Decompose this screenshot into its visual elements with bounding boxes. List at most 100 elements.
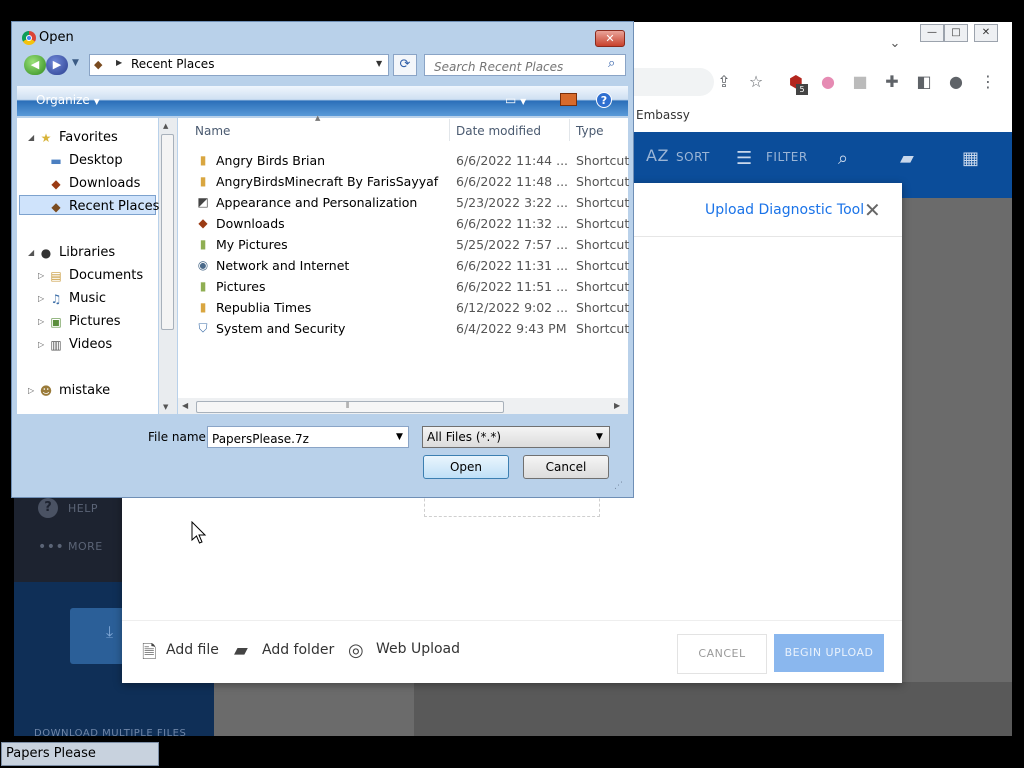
search-icon[interactable]: ⌕ — [838, 148, 848, 169]
expand-music-icon[interactable]: ▷ — [38, 294, 44, 303]
preview-pane-button[interactable] — [560, 93, 577, 106]
file-row[interactable]: ⛉ System and Security 6/4/2022 9:43 PM S… — [196, 318, 629, 338]
nav-downloads[interactable]: Downloads — [69, 176, 140, 191]
expand-videos-icon[interactable]: ▷ — [38, 340, 44, 349]
file-row[interactable]: ◆ Downloads 6/6/2022 11:32 ... Shortcut — [196, 213, 629, 233]
extension-badge: 5 — [796, 84, 808, 95]
address-text[interactable]: Recent Places — [131, 57, 214, 71]
nav-favorites[interactable]: Favorites — [59, 130, 118, 145]
open-button[interactable]: Open — [423, 455, 509, 479]
expand-pictures-icon[interactable]: ▷ — [38, 317, 44, 326]
taskbar-item[interactable]: Papers Please — [1, 742, 159, 766]
file-row[interactable]: ▮ Pictures 6/6/2022 11:51 ... Shortcut — [196, 276, 630, 296]
file-type: Shortcut — [576, 258, 630, 273]
scroll-down-icon[interactable]: ▼ — [163, 403, 168, 411]
nav-videos[interactable]: Videos — [69, 337, 112, 352]
sidebar-more[interactable]: MORE — [68, 540, 103, 553]
share-icon[interactable]: ⇪ — [714, 72, 734, 92]
cancel-upload-button[interactable]: CANCEL — [677, 634, 767, 674]
download-folder-icon: ⤓ — [70, 608, 130, 664]
column-divider[interactable] — [449, 119, 450, 141]
sidebar-help[interactable]: HELP — [68, 502, 98, 515]
address-dropdown-icon[interactable]: ▼ — [376, 59, 382, 68]
column-header-name[interactable]: Name — [195, 124, 230, 138]
file-type: Shortcut — [576, 237, 630, 252]
expand-libraries-icon[interactable]: ◢ — [28, 248, 34, 257]
organize-button[interactable]: Organize ▼ — [36, 93, 100, 107]
desktop-icon: ▬ — [50, 154, 62, 168]
forward-arrow-icon[interactable]: ▶ — [46, 55, 68, 75]
new-folder-icon[interactable]: ▰ — [900, 148, 914, 169]
nav-pictures[interactable]: Pictures — [69, 314, 120, 329]
libraries-icon: ● — [40, 246, 52, 260]
search-input[interactable] — [424, 54, 626, 76]
star-icon[interactable]: ☆ — [746, 72, 766, 92]
grid-view-icon[interactable]: ▦ — [962, 148, 979, 169]
maximize-button[interactable]: □ — [944, 24, 968, 42]
sort-button[interactable]: SORT — [676, 150, 710, 164]
puzzle-icon[interactable]: ✚ — [882, 72, 902, 92]
back-arrow-icon[interactable]: ◀ — [24, 55, 46, 75]
cancel-button[interactable]: Cancel — [523, 455, 609, 479]
dialog-close-button[interactable]: ✕ — [595, 30, 625, 47]
side-panel-icon[interactable]: ◧ — [914, 72, 934, 92]
expand-mistake-icon[interactable]: ▷ — [28, 386, 34, 395]
add-file-button[interactable]: Add file — [166, 642, 219, 658]
horizontal-scroll-thumb[interactable] — [196, 401, 504, 413]
recent-locations-icon[interactable]: ▼ — [72, 58, 79, 68]
minimize-button[interactable]: — — [920, 24, 944, 42]
search-icon[interactable]: ⌕ — [608, 56, 615, 71]
file-name-input[interactable] — [207, 426, 409, 448]
file-row[interactable]: ◩ Appearance and Personalization 5/23/20… — [196, 192, 629, 212]
profile-icon[interactable]: ● — [946, 72, 966, 92]
file-name-label: File name: — [148, 430, 210, 444]
file-row[interactable]: ◉ Network and Internet 6/6/2022 11:31 ..… — [196, 255, 630, 275]
expand-favorites-icon[interactable]: ◢ — [28, 133, 34, 142]
recent-places-icon: ◆ — [94, 58, 103, 71]
scroll-left-icon[interactable]: ◀ — [182, 401, 188, 410]
help-icon: ? — [38, 498, 58, 518]
flag-extension-icon[interactable]: ● — [818, 72, 838, 92]
web-upload-button[interactable]: Web Upload — [376, 641, 460, 657]
mouse-cursor-icon — [191, 521, 207, 544]
nav-music[interactable]: Music — [69, 291, 106, 306]
folder-shortcut-icon: ▮ — [199, 300, 207, 314]
nav-desktop[interactable]: Desktop — [69, 153, 123, 168]
file-name: AngryBirdsMinecraft By FarisSayyaf — [216, 174, 439, 189]
change-view-button[interactable]: ▭ ▼ — [505, 93, 526, 107]
menu-icon[interactable]: ⋮ — [978, 72, 998, 92]
expand-documents-icon[interactable]: ▷ — [38, 271, 44, 280]
breadcrumb-arrow-icon[interactable]: ▶ — [116, 58, 122, 67]
bookmark-embassy[interactable]: Embassy — [636, 108, 690, 122]
refresh-icon[interactable]: ⟳ — [393, 54, 417, 76]
scroll-up-icon[interactable]: ▲ — [163, 122, 168, 130]
nav-documents[interactable]: Documents — [69, 268, 143, 283]
file-row[interactable]: ▮ Angry Birds Brian 6/6/2022 11:44 ... S… — [196, 150, 630, 170]
help-icon[interactable]: ? — [596, 92, 612, 108]
file-date: 6/6/2022 11:51 ... — [456, 279, 569, 294]
file-type-select[interactable]: All Files (*.*) — [422, 426, 610, 448]
resize-grip-icon[interactable]: ⋰ — [614, 481, 623, 491]
file-name-dropdown-icon[interactable]: ▼ — [396, 432, 403, 442]
column-divider[interactable] — [569, 119, 570, 141]
file-type-dropdown-icon[interactable]: ▼ — [596, 432, 603, 442]
nav-mistake[interactable]: mistake — [59, 383, 110, 398]
column-header-date[interactable]: Date modified — [456, 124, 541, 138]
file-row[interactable]: ▮ My Pictures 5/25/2022 7:57 ... Shortcu… — [196, 234, 630, 254]
file-row[interactable]: ▮ AngryBirdsMinecraft By FarisSayyaf 6/6… — [196, 171, 630, 191]
upload-diagnostic-link[interactable]: Upload Diagnostic Tool — [705, 202, 864, 218]
file-row[interactable]: ▮ Republia Times 6/12/2022 9:02 ... Shor… — [196, 297, 630, 317]
blank-extension-icon[interactable]: ■ — [850, 72, 870, 92]
tab-search-icon[interactable]: ⌄ — [886, 36, 904, 54]
navigation-scroll-thumb[interactable] — [161, 134, 174, 330]
scroll-right-icon[interactable]: ▶ — [614, 401, 620, 410]
folder-shortcut-icon: ▮ — [199, 174, 207, 188]
modal-close-icon[interactable]: ✕ — [864, 198, 881, 222]
add-folder-button[interactable]: Add folder — [262, 642, 334, 658]
close-window-button[interactable]: ✕ — [974, 24, 998, 42]
begin-upload-button[interactable]: BEGIN UPLOAD — [774, 634, 884, 672]
nav-recent-places[interactable]: Recent Places — [69, 199, 159, 214]
nav-libraries[interactable]: Libraries — [59, 245, 115, 260]
filter-button[interactable]: FILTER — [766, 150, 808, 164]
column-header-type[interactable]: Type — [576, 124, 604, 138]
